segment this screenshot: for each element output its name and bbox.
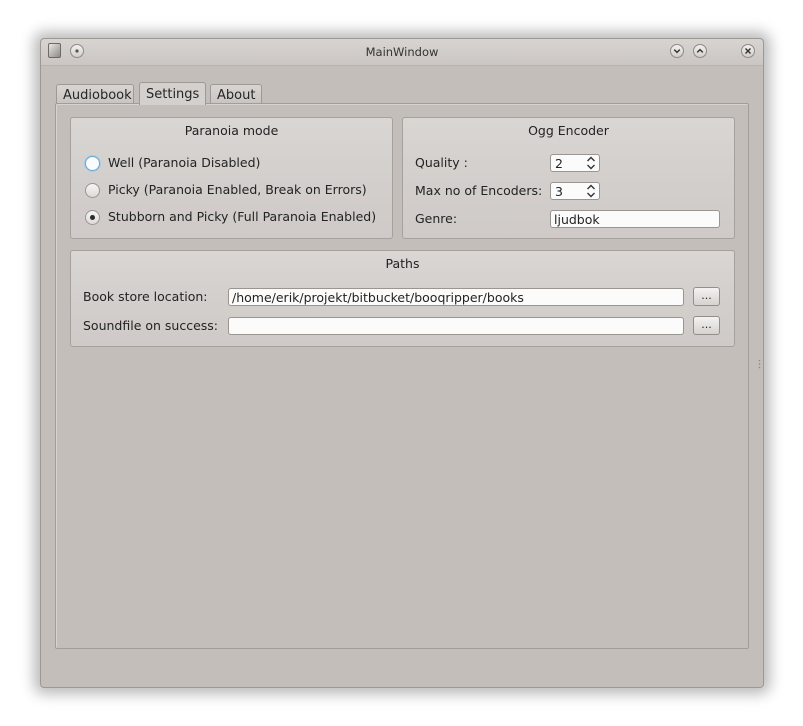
spin-arrows-icon[interactable]: [586, 183, 596, 199]
radio-label: Stubborn and Picky (Full Paranoia Enable…: [108, 209, 377, 224]
soundfile-input[interactable]: [228, 317, 684, 335]
tab-label: Audiobook: [63, 88, 132, 103]
genre-input[interactable]: ljudbok: [550, 210, 720, 228]
tab-about[interactable]: About: [210, 84, 262, 104]
quality-spinbox[interactable]: 2: [550, 154, 600, 172]
ogg-encoder-group: Ogg Encoder Quality : 2 Max no of Encode…: [402, 117, 735, 239]
browse-soundfile-button[interactable]: ...: [693, 316, 720, 335]
title-bar[interactable]: MainWindow: [41, 39, 763, 66]
close-icon[interactable]: [741, 44, 755, 58]
encoders-value: 3: [555, 184, 563, 199]
genre-label: Genre:: [415, 211, 458, 226]
quality-value: 2: [555, 156, 563, 171]
radio-button[interactable]: [85, 210, 100, 225]
main-window: MainWindow Audiobook Settings About Para…: [40, 38, 764, 688]
group-title: Paranoia mode: [184, 123, 279, 138]
window-title: MainWindow: [365, 45, 439, 59]
resize-grip-icon[interactable]: [758, 359, 761, 369]
tab-audiobook[interactable]: Audiobook: [56, 84, 134, 104]
book-store-input[interactable]: /home/erik/projekt/bitbucket/booqripper/…: [228, 288, 684, 306]
quality-label: Quality :: [415, 155, 468, 170]
book-store-label: Book store location:: [83, 289, 208, 304]
settings-panel: Paranoia mode Well (Paranoia Disabled) P…: [55, 103, 749, 649]
soundfile-label: Soundfile on success:: [83, 318, 219, 333]
maximize-icon[interactable]: [693, 44, 707, 58]
group-title: Ogg Encoder: [528, 123, 609, 138]
radio-button[interactable]: [85, 183, 100, 198]
minimize-icon[interactable]: [670, 44, 684, 58]
paths-group: Paths Book store location: /home/erik/pr…: [70, 250, 735, 347]
group-title: Paths: [385, 256, 420, 271]
tab-label: Settings: [146, 87, 200, 102]
radio-button[interactable]: [85, 156, 100, 171]
encoders-label: Max no of Encoders:: [415, 183, 543, 198]
spin-arrows-icon[interactable]: [586, 155, 596, 171]
tab-settings[interactable]: Settings: [139, 82, 206, 105]
radio-checked-dot: [90, 215, 95, 220]
radio-label: Well (Paranoia Disabled): [108, 155, 261, 170]
radio-label: Picky (Paranoia Enabled, Break on Errors…: [108, 182, 367, 197]
tab-label: About: [217, 88, 256, 103]
paranoia-mode-group: Paranoia mode Well (Paranoia Disabled) P…: [70, 117, 393, 239]
encoders-spinbox[interactable]: 3: [550, 182, 600, 200]
browse-store-button[interactable]: ...: [693, 287, 720, 306]
